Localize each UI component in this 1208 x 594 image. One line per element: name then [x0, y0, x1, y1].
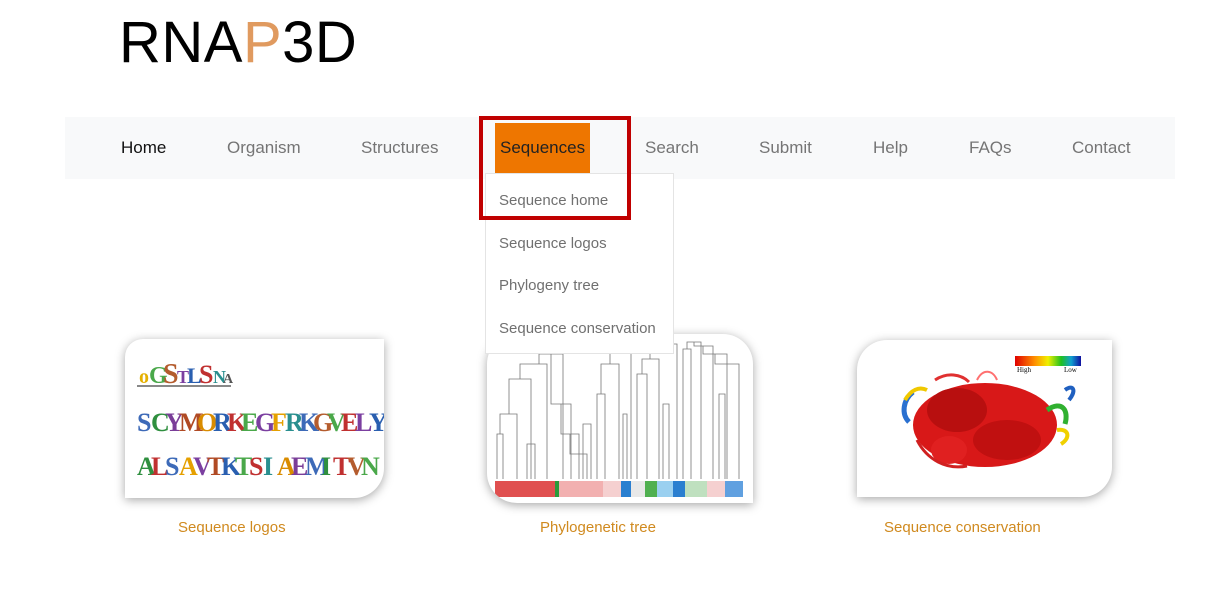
tree-branches: [496, 341, 740, 479]
legend-high-label: High: [1017, 366, 1032, 374]
sequence-logos-link[interactable]: Sequence logos: [178, 519, 286, 536]
svg-text:I: I: [263, 452, 273, 481]
sequence-logos-image: o G S T L S N A SC YM OR KE GF RK GV EL …: [137, 359, 384, 481]
svg-text:S: S: [137, 408, 151, 437]
conservation-legend-bar: [1015, 356, 1081, 366]
phylogenetic-tree-image: [495, 341, 743, 497]
nav-home[interactable]: Home: [121, 117, 166, 179]
legend-low-label: Low: [1064, 366, 1078, 374]
logo-text-p: P: [242, 10, 283, 75]
logo-row-3: AL SA VT KT SI AE MI TV N: [137, 452, 380, 481]
phylogenetic-tree-link[interactable]: Phylogenetic tree: [540, 519, 656, 536]
logo-row-1: o G S T L S N A: [137, 359, 234, 390]
svg-text:I: I: [321, 452, 331, 481]
dropdown-item-sequence-home[interactable]: Sequence home: [499, 192, 608, 209]
svg-text:Y: Y: [369, 408, 384, 437]
dropdown-item-sequence-logos[interactable]: Sequence logos: [499, 235, 607, 252]
nav-faqs[interactable]: FAQs: [969, 117, 1012, 179]
nav-contact[interactable]: Contact: [1072, 117, 1131, 179]
svg-text:S: S: [199, 360, 213, 389]
dropdown-item-sequence-conservation[interactable]: Sequence conservation: [499, 320, 656, 337]
nav-search[interactable]: Search: [645, 117, 699, 179]
dropdown-item-phylogeny-tree[interactable]: Phylogeny tree: [499, 277, 599, 294]
nav-help[interactable]: Help: [873, 117, 908, 179]
logo-row-2: SC YM OR KE GF RK GV EL Y: [137, 408, 384, 437]
phylogenetic-tree-card[interactable]: [487, 334, 753, 503]
logo-text-3d: 3D: [282, 10, 358, 75]
tree-color-strip: [495, 481, 743, 497]
nav-organism[interactable]: Organism: [227, 117, 301, 179]
svg-text:S: S: [249, 452, 263, 481]
sequence-logos-card[interactable]: o G S T L S N A SC YM OR KE GF RK GV EL …: [125, 339, 384, 498]
sequence-conservation-link[interactable]: Sequence conservation: [884, 519, 1041, 536]
nav-submit[interactable]: Submit: [759, 117, 812, 179]
nav-sequences[interactable]: Sequences: [495, 123, 591, 173]
sequences-dropdown-menu: Sequence home Sequence logos Phylogeny t…: [485, 173, 674, 354]
protein-structure: [901, 370, 1076, 469]
svg-text:A: A: [223, 372, 234, 387]
svg-text:N: N: [361, 452, 380, 481]
main-navbar: Home Organism Structures Sequences Searc…: [65, 117, 1175, 179]
svg-text:o: o: [139, 366, 149, 388]
sequence-conservation-card[interactable]: High Low: [857, 340, 1112, 497]
svg-text:S: S: [165, 452, 179, 481]
logo-text-rna: RNA: [119, 10, 243, 75]
sequence-conservation-image: High Low: [901, 356, 1081, 469]
site-logo[interactable]: RNAP3D: [119, 10, 357, 76]
nav-structures[interactable]: Structures: [361, 117, 438, 179]
